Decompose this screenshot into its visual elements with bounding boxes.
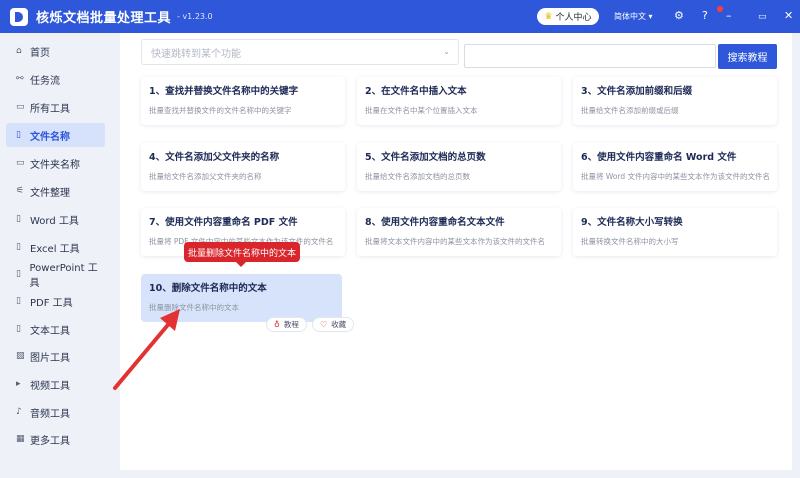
arrow-shaft [113, 318, 174, 390]
annotation-arrow [113, 309, 180, 390]
